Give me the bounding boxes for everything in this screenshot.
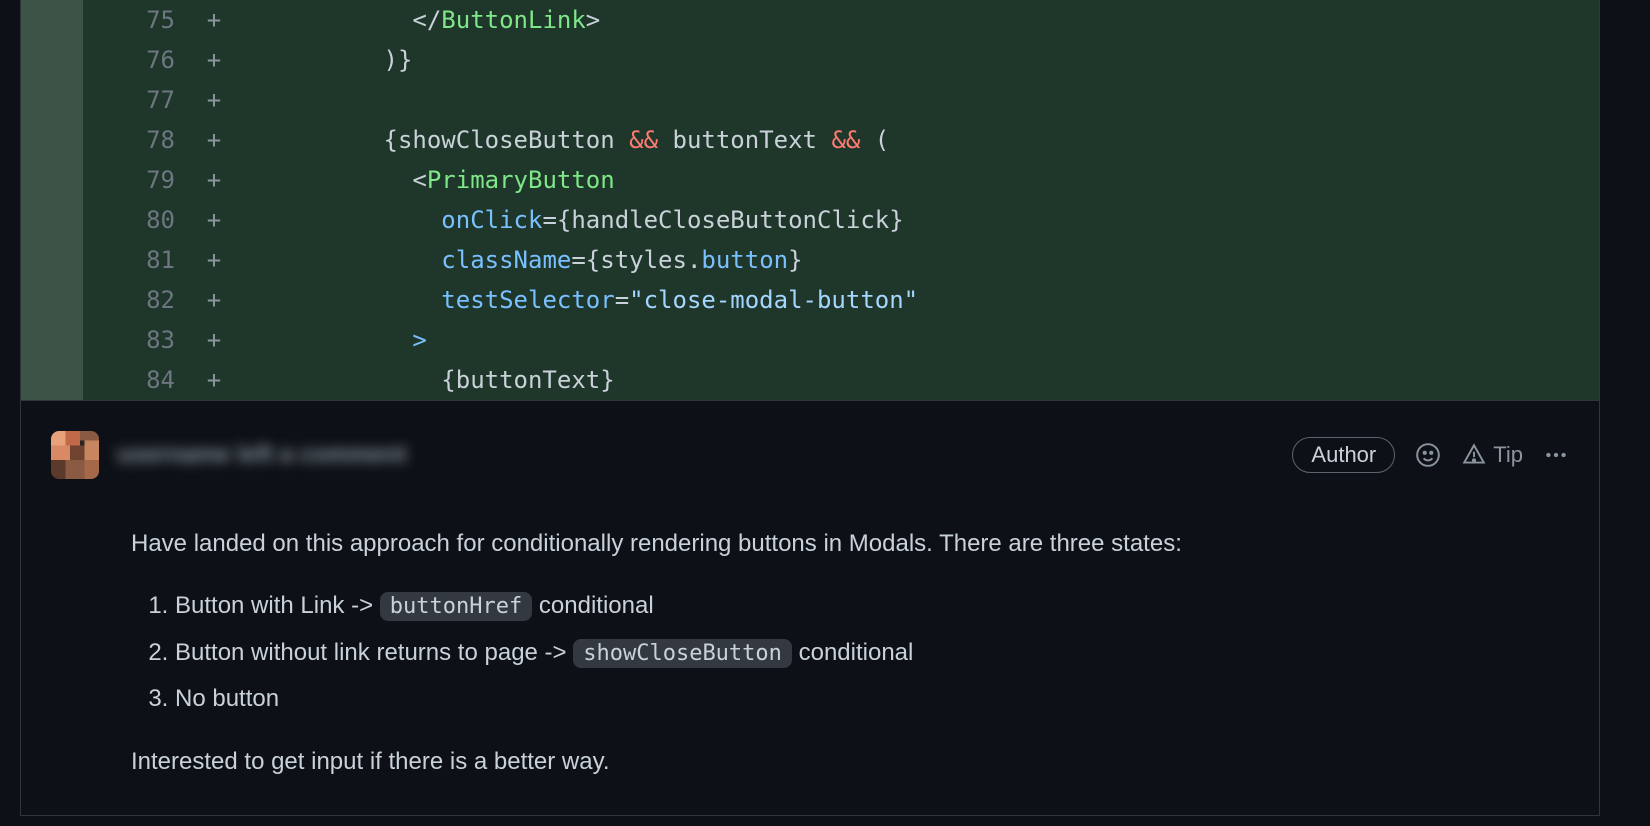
line-number[interactable]: 76: [83, 40, 193, 80]
avatar[interactable]: [51, 431, 99, 479]
diff-gutter-stripe: [21, 80, 83, 120]
diff-line[interactable]: 82+ testSelector="close-modal-button": [21, 280, 1599, 320]
diff-line[interactable]: 81+ className={styles.button}: [21, 240, 1599, 280]
diff-gutter-stripe: [21, 200, 83, 240]
list-item: Button with Link -> buttonHref condition…: [175, 587, 1569, 625]
diff-gutter-stripe: [21, 280, 83, 320]
code-content: {buttonText}: [235, 360, 1599, 400]
code-content: className={styles.button}: [235, 240, 1599, 280]
diff-marker: +: [193, 320, 235, 360]
diff-line[interactable]: 84+ {buttonText}: [21, 360, 1599, 400]
diff-line[interactable]: 76+ )}: [21, 40, 1599, 80]
diff-marker: +: [193, 160, 235, 200]
diff-gutter-stripe: [21, 120, 83, 160]
diff-gutter-stripe: [21, 0, 83, 40]
diff-line[interactable]: 80+ onClick={handleCloseButtonClick}: [21, 200, 1599, 240]
code-content: <PrimaryButton: [235, 160, 1599, 200]
code-content: [235, 80, 1599, 120]
diff-gutter-stripe: [21, 320, 83, 360]
code-content: {showCloseButton && buttonText && (: [235, 120, 1599, 160]
diff-line[interactable]: 83+ >: [21, 320, 1599, 360]
diff-line[interactable]: 79+ <PrimaryButton: [21, 160, 1599, 200]
tip-label: Tip: [1493, 442, 1523, 468]
code-content: )}: [235, 40, 1599, 80]
line-number[interactable]: 82: [83, 280, 193, 320]
comment-body: Have landed on this approach for conditi…: [51, 501, 1569, 805]
code-content: onClick={handleCloseButtonClick}: [235, 200, 1599, 240]
code-content: </ButtonLink>: [235, 0, 1599, 40]
diff-line[interactable]: 77+: [21, 80, 1599, 120]
comment-header: username left a comment Author: [51, 431, 1569, 479]
line-number[interactable]: 83: [83, 320, 193, 360]
comment-list: Button with Link -> buttonHref condition…: [131, 587, 1569, 718]
diff-line[interactable]: 75+ </ButtonLink>: [21, 0, 1599, 40]
diff-gutter-stripe: [21, 360, 83, 400]
author-badge: Author: [1292, 437, 1395, 473]
code-content: testSelector="close-modal-button": [235, 280, 1599, 320]
diff-marker: +: [193, 80, 235, 120]
tip-button[interactable]: Tip: [1461, 442, 1523, 468]
line-number[interactable]: 77: [83, 80, 193, 120]
line-number[interactable]: 84: [83, 360, 193, 400]
line-number[interactable]: 79: [83, 160, 193, 200]
code-content: >: [235, 320, 1599, 360]
line-number[interactable]: 75: [83, 0, 193, 40]
line-number[interactable]: 78: [83, 120, 193, 160]
comment-intro: Have landed on this approach for conditi…: [131, 525, 1569, 563]
diff-gutter-stripe: [21, 240, 83, 280]
diff-marker: +: [193, 200, 235, 240]
comment-card: username left a comment Author: [20, 400, 1600, 816]
more-menu-icon[interactable]: [1543, 442, 1569, 468]
diff-gutter-stripe: [21, 40, 83, 80]
inline-code: showCloseButton: [573, 639, 792, 668]
diff-marker: +: [193, 40, 235, 80]
diff-block: 75+ </ButtonLink>76+ )}77+78+ {showClose…: [20, 0, 1600, 400]
reaction-button[interactable]: [1415, 442, 1441, 468]
diff-gutter-stripe: [21, 160, 83, 200]
list-item: No button: [175, 680, 1569, 718]
diff-line[interactable]: 78+ {showCloseButton && buttonText && (: [21, 120, 1599, 160]
diff-marker: +: [193, 0, 235, 40]
diff-marker: +: [193, 240, 235, 280]
diff-marker: +: [193, 280, 235, 320]
line-number[interactable]: 81: [83, 240, 193, 280]
diff-marker: +: [193, 120, 235, 160]
inline-code: buttonHref: [380, 592, 532, 621]
list-item: Button without link returns to page -> s…: [175, 634, 1569, 672]
comment-author-line: username left a comment: [117, 441, 406, 469]
comment-outro: Interested to get input if there is a be…: [131, 743, 1569, 781]
line-number[interactable]: 80: [83, 200, 193, 240]
diff-marker: +: [193, 360, 235, 400]
